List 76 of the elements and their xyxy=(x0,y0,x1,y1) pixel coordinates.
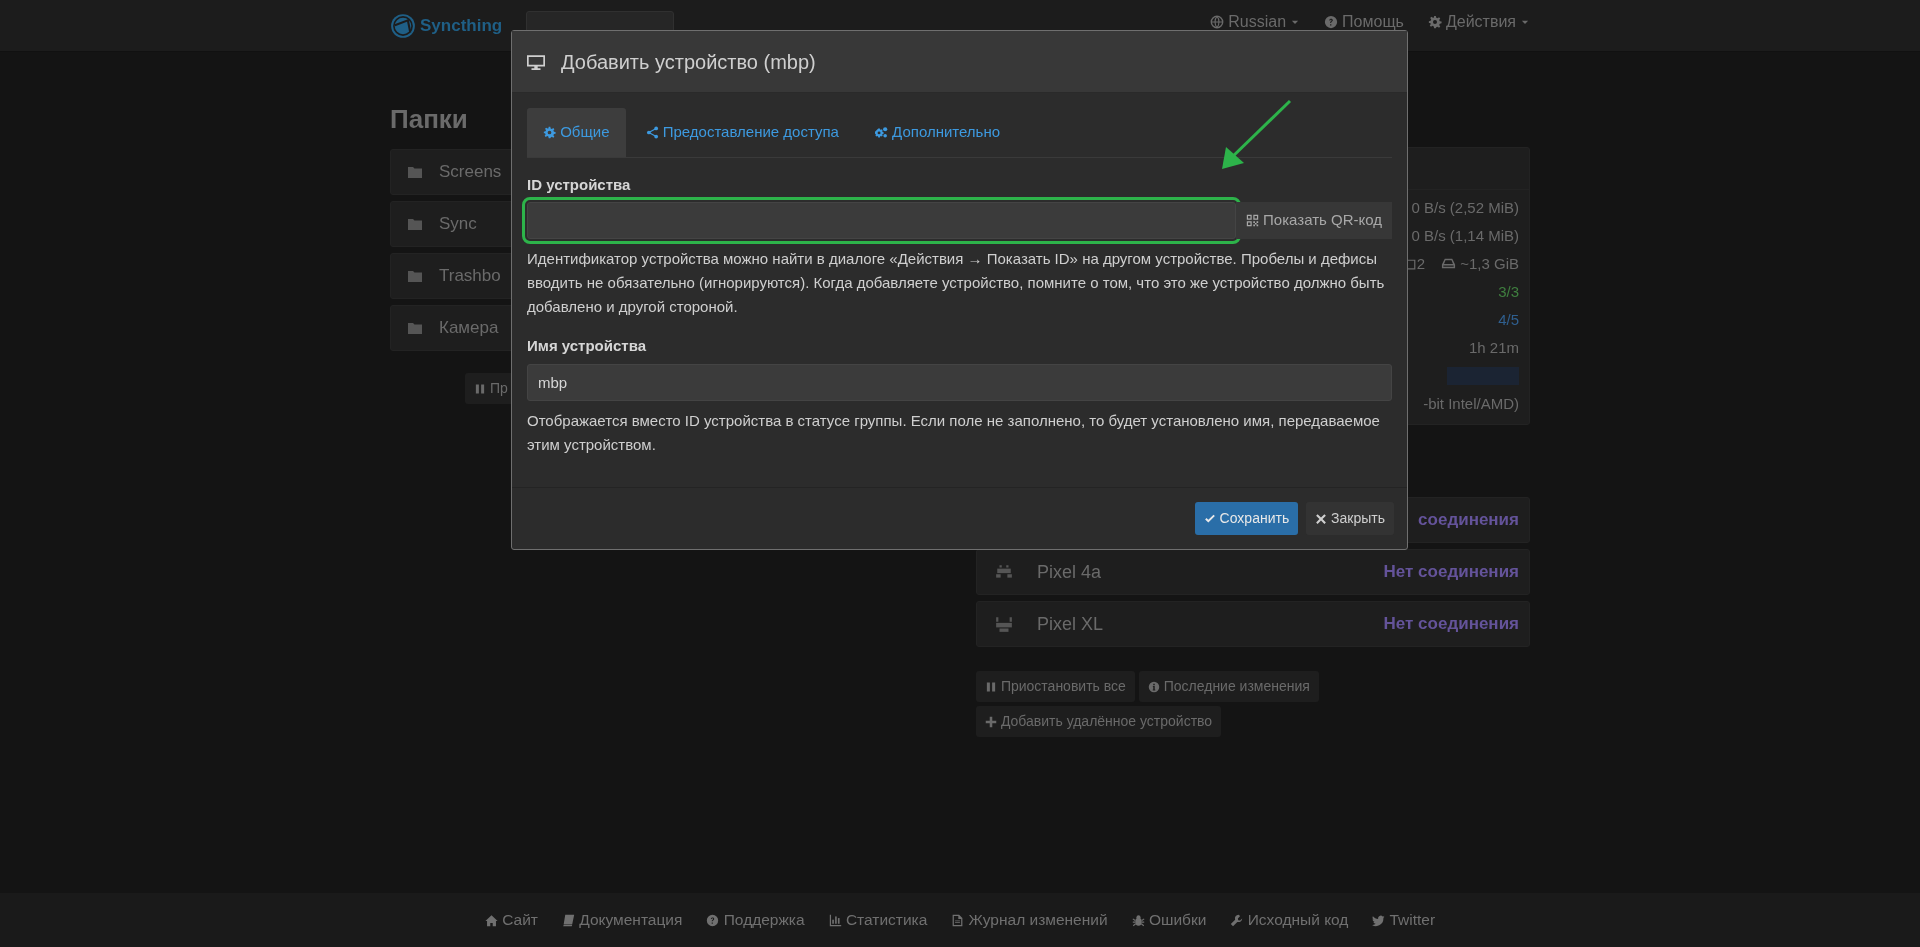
question-icon xyxy=(1324,14,1339,29)
footer-link[interactable]: Поддержка xyxy=(706,908,805,932)
question-icon xyxy=(706,914,720,928)
robot-icon xyxy=(995,615,1013,633)
storage-size: ~1,3 GiB xyxy=(1441,252,1519,276)
save-button[interactable]: Сохранить xyxy=(1194,501,1299,535)
qr-code-button[interactable]: Показать QR-код xyxy=(1235,202,1392,239)
stat-value: 1h 21m xyxy=(1468,337,1519,358)
device-name: Pixel 4a xyxy=(1037,560,1102,584)
gear-icon xyxy=(1427,14,1442,29)
footer-link[interactable]: Журнал изменений xyxy=(951,908,1108,932)
connection-status: соединения xyxy=(1418,509,1519,532)
menu-item[interactable]: Помощь xyxy=(1324,9,1404,34)
field-label: ID устройства xyxy=(527,174,632,195)
menu-item[interactable]: Russian xyxy=(1210,9,1301,34)
footer-link[interactable]: Ошибки xyxy=(1131,908,1207,932)
logo-icon xyxy=(390,12,416,39)
device-row[interactable]: Pixel XL Нет соединения xyxy=(976,601,1530,647)
stat-value: 3/3 xyxy=(1498,281,1519,302)
brand-logo[interactable]: Syncthing xyxy=(390,12,503,39)
gears-icon xyxy=(874,126,888,139)
field-label: Имя устройства xyxy=(527,336,648,356)
pause-icon xyxy=(474,383,486,395)
input-field[interactable]: mbp xyxy=(527,363,1392,401)
folder-icon xyxy=(407,268,423,284)
folder-name: Камера xyxy=(439,317,499,340)
gear-icon xyxy=(543,126,556,139)
connection-status: Нет соединения xyxy=(1383,561,1519,584)
check-icon xyxy=(1203,512,1216,525)
footer-link[interactable]: Twitter xyxy=(1372,908,1436,932)
pause-icon xyxy=(985,681,997,693)
info-icon xyxy=(1147,681,1160,693)
wrench-icon xyxy=(1230,914,1244,928)
qr-code-icon xyxy=(1245,214,1259,228)
dialog-title: Добавить устройство (mbp) xyxy=(561,49,816,75)
device-action-button[interactable]: Добавить удалённое устройство xyxy=(976,706,1222,737)
stat-value: 0 B/s (1,14 MiB) xyxy=(1411,225,1519,246)
share-icon xyxy=(645,126,659,139)
device-row[interactable]: Pixel 4a Нет соединения xyxy=(976,549,1530,595)
folder-icon xyxy=(407,216,423,232)
chart-icon xyxy=(828,914,842,928)
document-icon xyxy=(951,914,965,928)
footer-link[interactable]: Сайт xyxy=(484,908,538,932)
robot-icon xyxy=(995,563,1013,581)
plus-icon xyxy=(985,716,997,728)
bird-icon xyxy=(1372,914,1386,928)
folder-name: Trashbo xyxy=(439,265,501,288)
device-name: Pixel XL xyxy=(1037,612,1104,636)
close-button[interactable]: Закрыть xyxy=(1306,501,1394,535)
stat-value: -bit Intel/AMD) xyxy=(1423,393,1519,414)
dialog-tab[interactable]: Дополнительно xyxy=(858,108,1017,157)
monitor-icon xyxy=(527,52,545,71)
folder-icon xyxy=(407,164,423,180)
footer-link[interactable]: Исходный код xyxy=(1230,908,1349,932)
footer-link[interactable]: Статистика xyxy=(828,908,928,932)
device-action-button[interactable]: Приостановить все xyxy=(976,671,1135,702)
home-icon xyxy=(484,914,498,928)
connection-status: Нет соединения xyxy=(1383,613,1519,636)
folder-name: Sync xyxy=(439,213,477,236)
globe-icon xyxy=(1210,14,1225,29)
book-icon xyxy=(561,914,575,928)
dialog-tab[interactable]: Общие xyxy=(527,108,626,157)
help-text: Идентификатор устройства можно найти в диалоге «Действия → Показать ID» на другом устройстве. Пробелы и дефисы вводить не обязательно (игнорируются). Когда добавляете устройство, помните о том, что это же устройство должно быть добавлено и другой стороной. xyxy=(527,249,1386,317)
help-text: Отображается вместо ID устройства в статусе группы. Если поле не заполнено, то будет установлено имя, передаваемое этим устройством. xyxy=(527,410,1381,455)
stat-value: 4/5 xyxy=(1498,309,1519,330)
close-icon xyxy=(1315,512,1328,525)
dialog-tab[interactable]: Предоставление доступа xyxy=(629,108,855,157)
menu-item[interactable]: Действия xyxy=(1427,9,1530,34)
footer-link[interactable]: Документация xyxy=(561,908,683,932)
stat-value: 0 B/s (2,52 MiB) xyxy=(1411,197,1519,218)
device-action-button[interactable]: Последние изменения xyxy=(1138,671,1319,702)
section-heading: Папки xyxy=(390,103,468,136)
folder-name: Screens xyxy=(439,161,502,184)
bug-icon xyxy=(1131,914,1145,928)
folder-icon xyxy=(407,320,423,336)
arrow-annotation xyxy=(1220,99,1292,171)
